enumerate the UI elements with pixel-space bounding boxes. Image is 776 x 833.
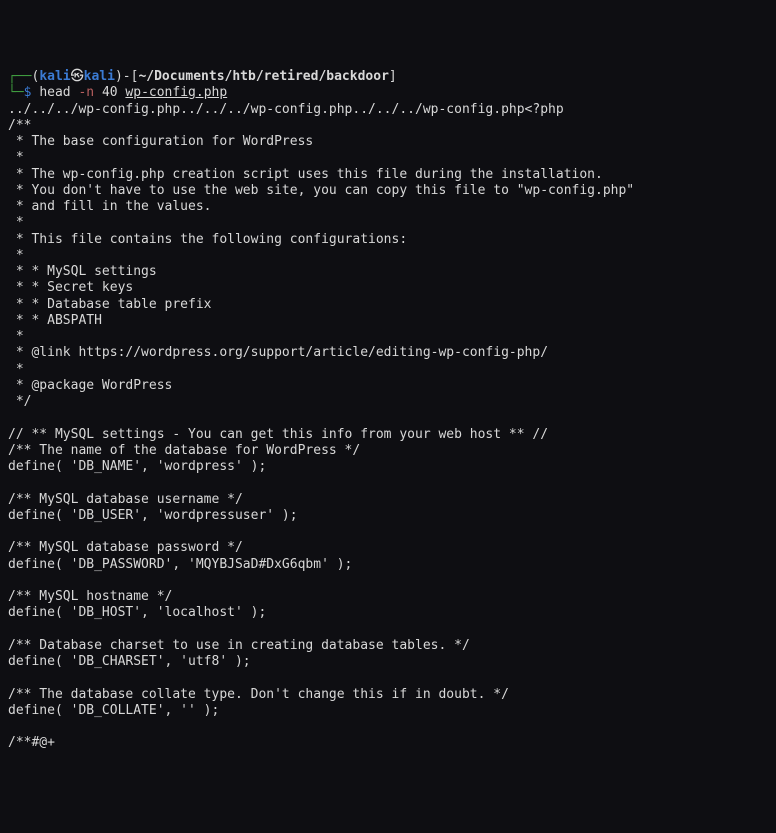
prompt-dash: - — [123, 69, 131, 84]
prompt-path: ~/Documents/htb/retired/backdoor — [138, 69, 388, 84]
command-output: ../../../wp-config.php../../../wp-config… — [8, 102, 768, 752]
prompt-user: kali — [39, 69, 70, 84]
skull-icon: ㉿ — [71, 69, 84, 84]
box-corner-top: ┌── — [8, 69, 31, 84]
prompt-line-2: └─$ head -n 40 wp-config.php — [8, 85, 768, 101]
command-arg: wp-config.php — [125, 85, 227, 100]
command-num: 40 — [102, 85, 118, 100]
bracket-close: ] — [389, 69, 397, 84]
terminal-view[interactable]: ┌──(kali㉿kali)-[~/Documents/htb/retired/… — [8, 69, 768, 752]
command-name: head — [39, 85, 70, 100]
command-flag: -n — [78, 85, 94, 100]
prompt-host: kali — [84, 69, 115, 84]
prompt-line-1: ┌──(kali㉿kali)-[~/Documents/htb/retired/… — [8, 69, 768, 85]
dollar-sign: $ — [24, 85, 32, 100]
paren-close: ) — [115, 69, 123, 84]
box-corner-bottom: └─ — [8, 85, 24, 100]
